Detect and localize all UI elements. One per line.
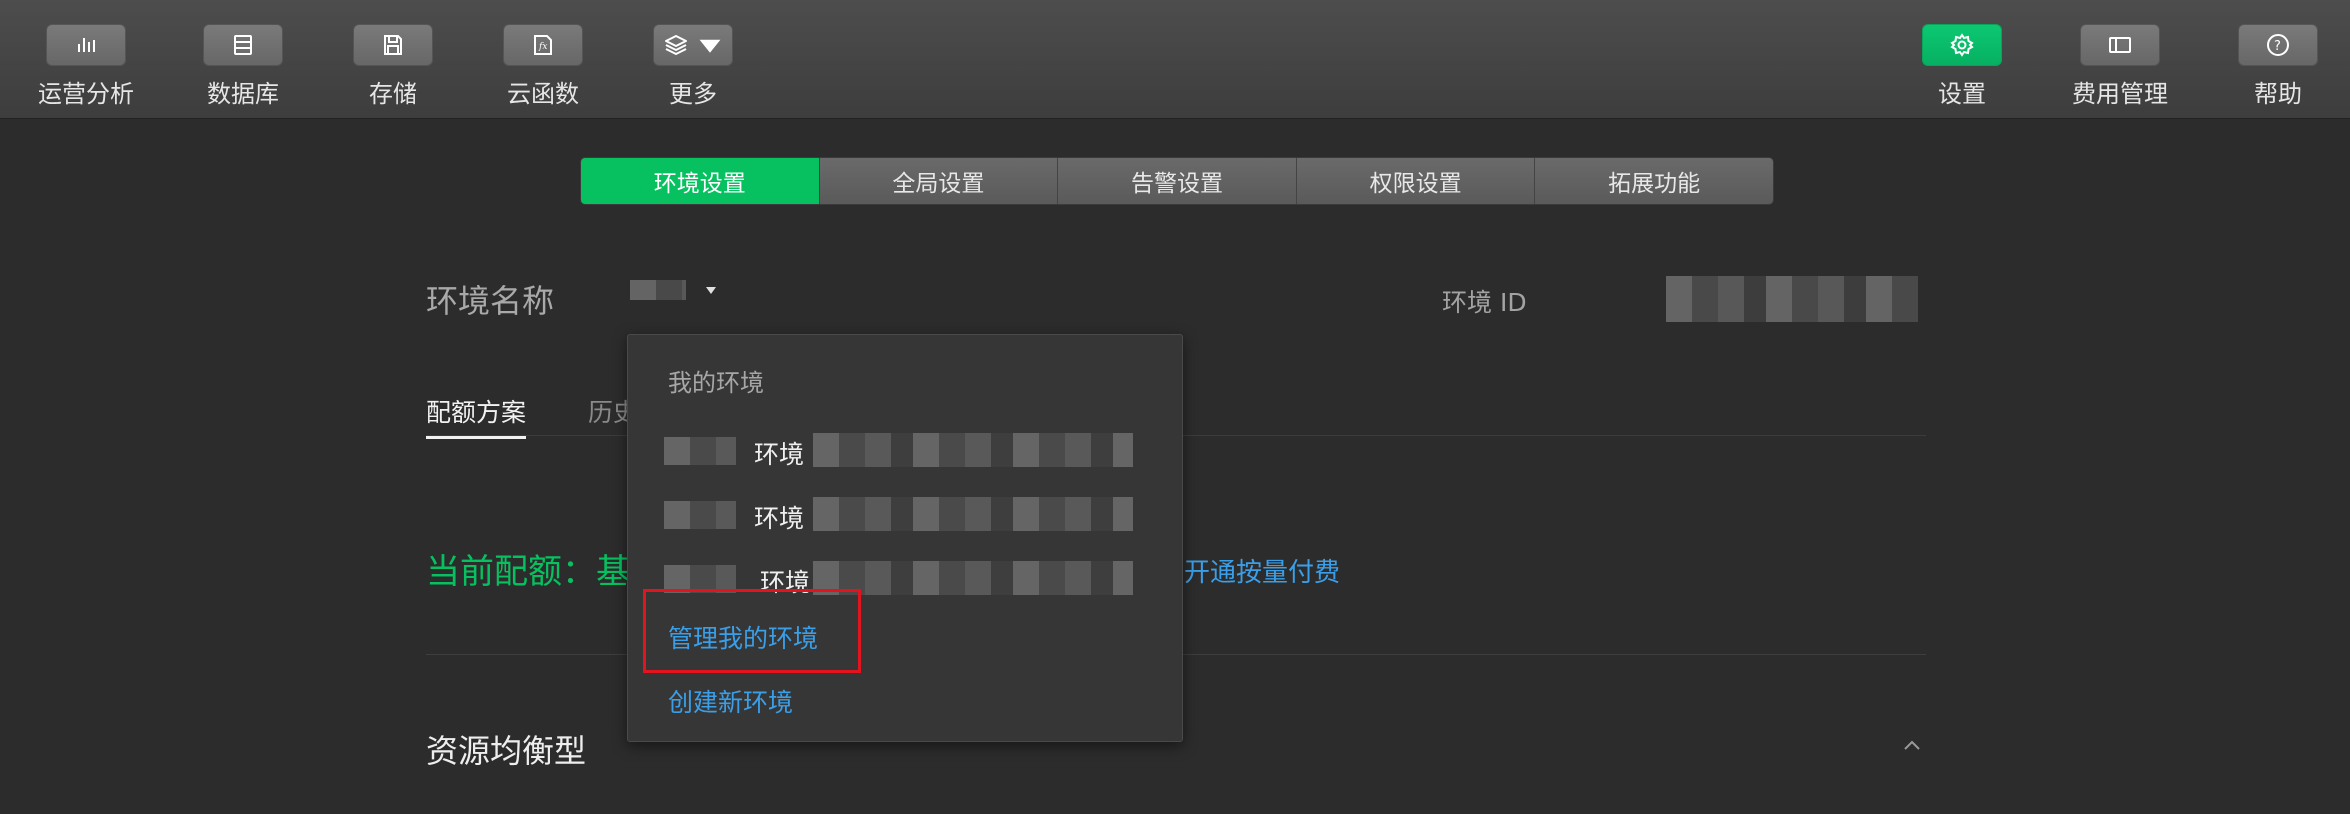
env-name-label: 环境名称 bbox=[426, 282, 555, 320]
tool-database[interactable]: 数据库 bbox=[163, 24, 323, 109]
top-toolbar: 运营分析 数据库 存储 fx 云函数 更多 设置 费用管理 ? 帮助 bbox=[0, 0, 2350, 119]
redacted-env-detail bbox=[813, 561, 1133, 595]
caret-down-icon bbox=[699, 39, 721, 53]
env-option-label: 环境 bbox=[754, 440, 805, 469]
database-icon bbox=[234, 35, 252, 55]
layers-icon bbox=[665, 35, 687, 55]
save-icon bbox=[384, 35, 402, 55]
more-button[interactable] bbox=[653, 24, 733, 66]
redacted-env-tag bbox=[664, 437, 736, 465]
storage-button[interactable] bbox=[353, 24, 433, 66]
billing-button[interactable] bbox=[2080, 24, 2160, 66]
storage-label: 存储 bbox=[369, 80, 417, 108]
function-icon: fx bbox=[534, 35, 552, 55]
manage-my-env-link[interactable]: 管理我的环境 bbox=[668, 619, 818, 655]
env-dropdown: 我的环境 环境 环境 环境 管理我的环境 创建新环境 bbox=[627, 334, 1183, 742]
tab-alert-settings[interactable]: 告警设置 bbox=[1058, 158, 1297, 204]
tool-storage[interactable]: 存储 bbox=[313, 24, 473, 109]
database-label: 数据库 bbox=[207, 80, 279, 108]
tab-permission-settings[interactable]: 权限设置 bbox=[1296, 158, 1536, 204]
help-button[interactable]: ? bbox=[2238, 24, 2318, 66]
redacted-env-name bbox=[630, 280, 686, 300]
section-title: 资源均衡型 bbox=[426, 732, 587, 770]
env-option[interactable]: 环境 bbox=[628, 425, 1182, 475]
tool-cloud-function[interactable]: fx 云函数 bbox=[463, 24, 623, 109]
database-button[interactable] bbox=[203, 24, 283, 66]
tab-extensions[interactable]: 拓展功能 bbox=[1535, 158, 1773, 204]
more-label: 更多 bbox=[669, 80, 717, 108]
caret-down-icon bbox=[706, 286, 716, 294]
help-icon: ? bbox=[2267, 34, 2289, 56]
env-option-label: 环境 bbox=[754, 504, 805, 533]
enable-pay-as-you-go-link[interactable]: 开通按量付费 bbox=[1184, 552, 1340, 589]
env-option[interactable]: 环境 bbox=[628, 489, 1182, 539]
analytics-label: 运营分析 bbox=[38, 80, 134, 108]
cloud-function-label: 云函数 bbox=[507, 80, 579, 108]
create-new-env-link[interactable]: 创建新环境 bbox=[668, 683, 793, 719]
svg-text:?: ? bbox=[2274, 39, 2281, 54]
svg-text:fx: fx bbox=[538, 42, 547, 52]
tool-settings[interactable]: 设置 bbox=[1882, 24, 2042, 109]
redacted-env-tag bbox=[664, 501, 736, 529]
tool-billing[interactable]: 费用管理 bbox=[2040, 24, 2200, 109]
chevron-up-icon[interactable] bbox=[1902, 738, 1922, 752]
bar-chart-icon bbox=[78, 38, 95, 52]
billing-icon bbox=[2109, 37, 2131, 53]
help-label: 帮助 bbox=[2254, 80, 2302, 108]
redacted-env-detail bbox=[813, 497, 1133, 531]
tool-analytics[interactable]: 运营分析 bbox=[6, 24, 166, 109]
settings-label: 设置 bbox=[1938, 80, 1986, 108]
tab-global-settings[interactable]: 全局设置 bbox=[819, 158, 1059, 204]
redacted-env-detail bbox=[813, 433, 1133, 467]
dropdown-header: 我的环境 bbox=[668, 369, 764, 397]
tool-more[interactable]: 更多 bbox=[613, 24, 773, 109]
tool-help[interactable]: ? 帮助 bbox=[2198, 24, 2350, 109]
settings-tabs: 环境设置 全局设置 告警设置 权限设置 拓展功能 bbox=[580, 157, 1774, 205]
redacted-env-id bbox=[1666, 276, 1918, 322]
billing-label: 费用管理 bbox=[2072, 80, 2168, 108]
cloud-function-button[interactable]: fx bbox=[503, 24, 583, 66]
settings-button[interactable] bbox=[1922, 24, 2002, 66]
tab-env-settings[interactable]: 环境设置 bbox=[581, 158, 820, 204]
analytics-button[interactable] bbox=[46, 24, 126, 66]
env-selector[interactable] bbox=[630, 280, 716, 300]
current-quota-text: 当前配额：基 bbox=[426, 552, 630, 592]
env-id-label: 环境 ID bbox=[1442, 288, 1527, 317]
subtab-quota-plan[interactable]: 配额方案 bbox=[426, 393, 527, 439]
gear-icon bbox=[1950, 33, 1974, 57]
